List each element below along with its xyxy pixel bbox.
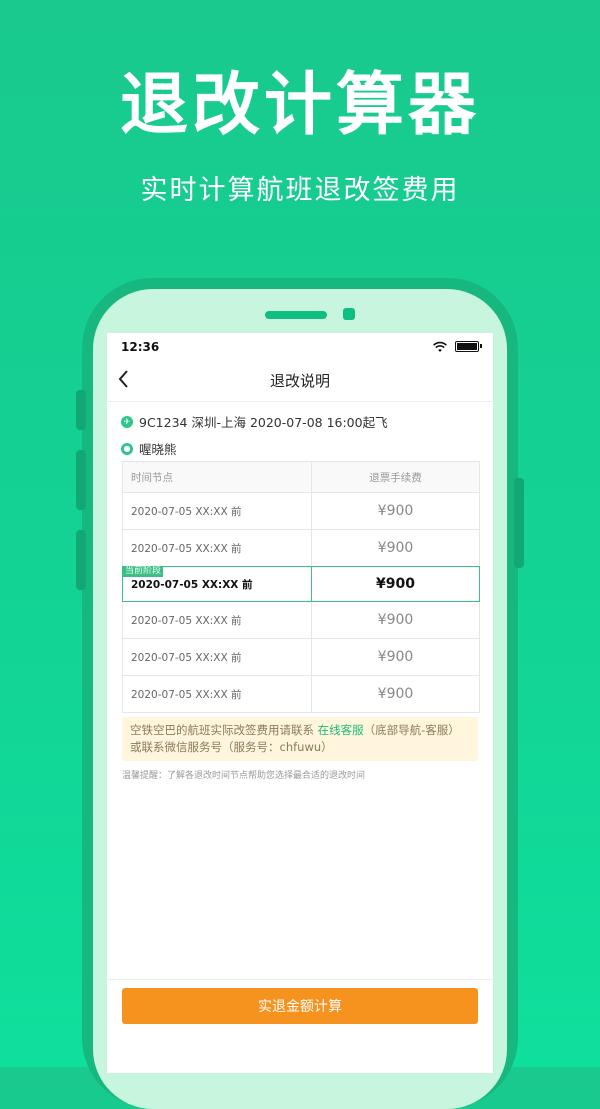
row-fee: ¥900 bbox=[377, 540, 414, 556]
phone-speaker bbox=[265, 311, 327, 319]
status-time: 12:36 bbox=[121, 340, 160, 354]
app-screen: 12:36 退改说明 ✈ 9C1234 深圳-上海 2020-07-08 16:… bbox=[107, 333, 493, 1073]
battery-icon bbox=[455, 341, 482, 352]
row-fee: ¥900 bbox=[377, 503, 414, 519]
person-icon: ● bbox=[121, 442, 133, 455]
page-title: 退改说明 bbox=[269, 372, 330, 390]
flight-row: ✈ 9C1234 深圳-上海 2020-07-08 16:00起飞 bbox=[121, 412, 388, 431]
row-time: 2020-07-05 XX:XX 前 bbox=[123, 602, 312, 638]
passenger-name: 喔晓熊 bbox=[139, 442, 177, 457]
flight-info: ✈ 9C1234 深圳-上海 2020-07-08 16:00起飞 ● 喔晓熊 bbox=[107, 402, 493, 462]
row-time: 2020-07-05 XX:XX 前 bbox=[123, 639, 312, 675]
table-row: 2020-07-05 XX:XX 前 ¥900 bbox=[123, 676, 479, 712]
bottom-bar: 实退金额计算 bbox=[107, 979, 493, 1073]
row-fee: ¥900 bbox=[377, 612, 414, 628]
header-time: 时间节点 bbox=[123, 462, 312, 492]
online-service-link[interactable]: 在线客服 bbox=[318, 723, 364, 737]
fee-table: 时间节点 退票手续费 2020-07-05 XX:XX 前 ¥900 2020-… bbox=[122, 461, 480, 713]
phone-camera bbox=[343, 308, 355, 320]
phone-volume-down bbox=[76, 530, 86, 590]
status-bar: 12:36 bbox=[107, 333, 493, 361]
table-row-current: 当前阶段 2020-07-05 XX:XX 前 ¥900 bbox=[122, 566, 480, 602]
table-row: 2020-07-05 XX:XX 前 ¥900 bbox=[123, 639, 479, 676]
phone-volume-up bbox=[76, 450, 86, 510]
phone-side-button bbox=[76, 390, 86, 430]
table-row: 2020-07-05 XX:XX 前 ¥900 bbox=[123, 530, 479, 567]
service-notice: 空铁空巴的航班实际改签费用请联系 在线客服（底部导航-客服）或联系微信服务号（服… bbox=[122, 717, 478, 761]
notice-prefix: 空铁空巴的航班实际改签费用请联系 bbox=[130, 723, 318, 737]
row-time: 2020-07-05 XX:XX 前 bbox=[123, 676, 312, 712]
promo-subtitle: 实时计算航班退改签费用 bbox=[140, 175, 460, 206]
current-stage-badge: 当前阶段 bbox=[123, 566, 164, 577]
nav-bar: 退改说明 bbox=[107, 361, 493, 402]
row-time: 2020-07-05 XX:XX 前 bbox=[123, 493, 312, 529]
plane-icon: ✈ bbox=[121, 415, 133, 428]
header-fee: 退票手续费 bbox=[369, 471, 422, 484]
tip-text: 温馨提醒：了解各退改时间节点帮助您选择最合适的退改时间 bbox=[122, 771, 366, 781]
promo-title: 退改计算器 bbox=[119, 66, 480, 145]
passenger-row: ● 喔晓熊 bbox=[121, 439, 177, 458]
calculate-refund-button[interactable]: 实退金额计算 bbox=[122, 988, 478, 1024]
row-time: 2020-07-05 XX:XX 前 bbox=[123, 530, 312, 566]
table-row: 2020-07-05 XX:XX 前 ¥900 bbox=[123, 602, 479, 639]
row-fee: ¥900 bbox=[376, 576, 415, 592]
phone-power-button bbox=[514, 478, 524, 568]
flight-text: 9C1234 深圳-上海 2020-07-08 16:00起飞 bbox=[139, 415, 388, 430]
row-fee: ¥900 bbox=[377, 649, 414, 665]
wifi-icon bbox=[433, 338, 447, 357]
table-row: 2020-07-05 XX:XX 前 ¥900 bbox=[123, 493, 479, 530]
row-fee: ¥900 bbox=[377, 686, 414, 702]
table-header: 时间节点 退票手续费 bbox=[123, 462, 479, 493]
